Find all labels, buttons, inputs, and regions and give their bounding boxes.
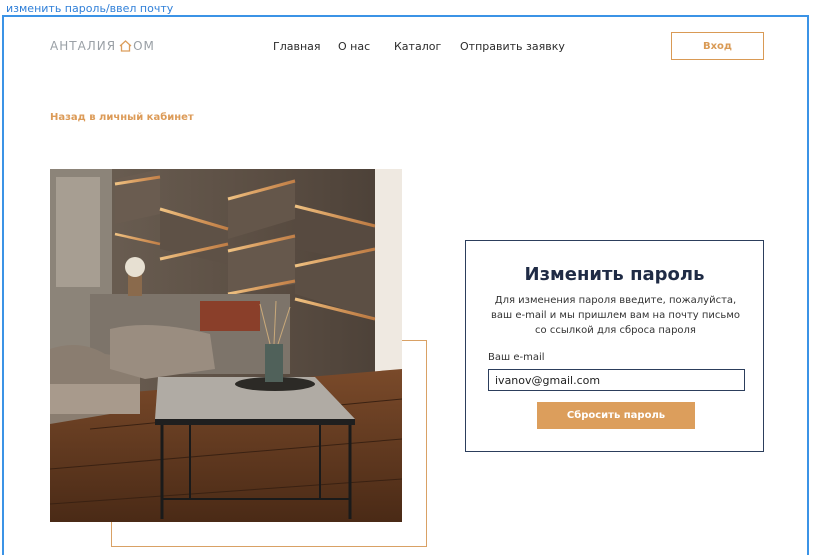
email-label: Ваш e-mail <box>488 352 545 363</box>
logo-text-left: АНТАЛИЯ <box>50 39 117 53</box>
nav-home[interactable]: Главная <box>273 40 321 53</box>
logo-text-right: ОМ <box>133 39 155 53</box>
nav-catalog[interactable]: Каталог <box>394 40 441 53</box>
email-field[interactable] <box>488 369 745 391</box>
reset-password-button[interactable]: Сбросить пароль <box>537 402 695 429</box>
back-to-account-link[interactable]: Назад в личный кабинет <box>50 112 194 123</box>
nav-about[interactable]: О нас <box>338 40 370 53</box>
frame-label: изменить пароль/ввел почту <box>6 2 174 15</box>
logo[interactable]: АНТАЛИЯ ОМ <box>50 39 155 53</box>
change-password-card: Изменить пароль Для изменения пароля вве… <box>465 240 764 452</box>
nav-send-request[interactable]: Отправить заявку <box>460 40 565 53</box>
card-title: Изменить пароль <box>524 264 705 285</box>
interior-photo <box>50 169 402 522</box>
card-description: Для изменения пароля введите, пожалуйста… <box>491 295 740 336</box>
house-icon <box>119 40 132 52</box>
login-button[interactable]: Вход <box>671 32 764 60</box>
